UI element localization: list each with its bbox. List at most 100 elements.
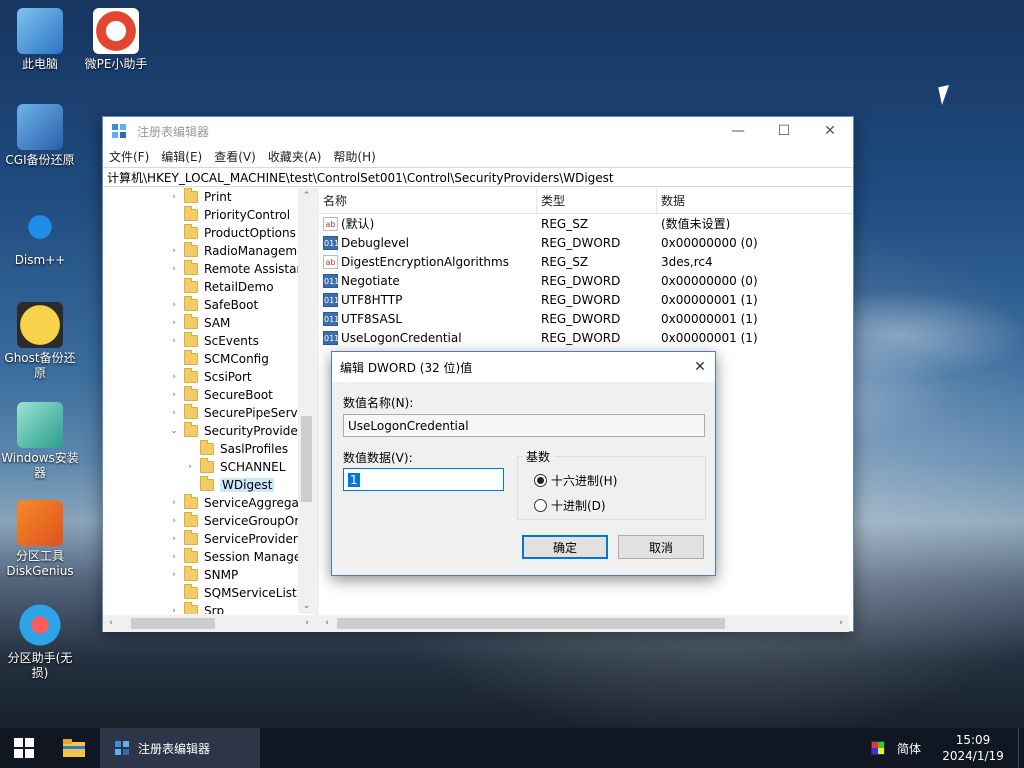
clock[interactable]: 15:09 2024/1/19 <box>928 728 1018 768</box>
expand-arrow-icon[interactable]: › <box>167 264 181 274</box>
value-row[interactable]: ab DigestEncryptionAlgorithms REG_SZ 3des,r… <box>319 252 853 271</box>
expand-arrow-icon[interactable]: › <box>167 246 181 256</box>
expand-arrow-icon[interactable]: › <box>167 606 181 614</box>
taskbar-regedit-button[interactable]: 注册表编辑器 <box>100 728 260 768</box>
expand-arrow-icon[interactable]: › <box>167 570 181 580</box>
tree-item[interactable]: ProductOptions <box>167 224 296 242</box>
desktop-icon[interactable]: 分区工具DiskGenius <box>0 500 80 579</box>
tree-item[interactable]: SaslProfiles <box>183 440 288 458</box>
tree-item[interactable]: › SecureBoot <box>167 386 273 404</box>
tree-item[interactable]: › ServiceAggregat <box>167 494 299 512</box>
value-data-input[interactable]: 1 <box>343 468 504 491</box>
tree-item[interactable]: › Remote Assistan <box>167 260 299 278</box>
value-row[interactable]: 011 UTF8SASL REG_DWORD 0x00000001 (1) <box>319 309 853 328</box>
expand-arrow-icon[interactable]: › <box>167 552 181 562</box>
expand-arrow-icon[interactable]: › <box>167 534 181 544</box>
desktop-icon[interactable]: CGI备份还原 <box>0 104 80 168</box>
tree-item-label: Srp <box>204 604 225 614</box>
show-desktop-button[interactable] <box>1018 728 1024 768</box>
close-button[interactable]: ✕ <box>807 117 853 145</box>
address-bar[interactable]: 计算机\HKEY_LOCAL_MACHINE\test\ControlSet00… <box>103 167 853 187</box>
dword-value-icon: 011 <box>323 235 339 250</box>
tree-item[interactable]: › SafeBoot <box>167 296 258 314</box>
scroll-left-arrow[interactable]: ‹ <box>103 615 119 632</box>
file-explorer-button[interactable] <box>48 728 100 768</box>
expand-arrow-icon[interactable]: › <box>167 192 181 202</box>
scroll-thumb[interactable] <box>301 416 312 502</box>
color-picker-tray-icon[interactable] <box>866 728 890 768</box>
ok-button[interactable]: 确定 <box>522 535 608 559</box>
expand-arrow-icon[interactable]: › <box>167 516 181 526</box>
start-button[interactable] <box>0 728 48 768</box>
hex-radio[interactable]: 十六进制(H) <box>534 472 617 489</box>
value-row[interactable]: 011 Debuglevel REG_DWORD 0x00000000 (0) <box>319 233 853 252</box>
tree-item[interactable]: SCMConfig <box>167 350 269 368</box>
menu-file[interactable]: 文件(F) <box>109 148 149 165</box>
tree-item[interactable]: › RadioManageme <box>167 242 299 260</box>
tree-item[interactable]: › Print <box>167 188 232 206</box>
dism-icon <box>17 204 63 250</box>
expand-arrow-icon[interactable]: › <box>183 462 197 472</box>
tree-item[interactable]: › ScsiPort <box>167 368 252 386</box>
tree-item[interactable]: WDigest <box>183 476 275 494</box>
tree-item[interactable]: ⌄ SecurityProviders <box>167 422 299 440</box>
column-type[interactable]: 类型 <box>537 187 657 214</box>
menu-help[interactable]: 帮助(H) <box>333 148 375 165</box>
desktop-icon[interactable]: 微PE小助手 <box>76 8 156 72</box>
scroll-up-arrow[interactable]: ⌃ <box>298 188 315 204</box>
expand-arrow-icon[interactable]: › <box>167 300 181 310</box>
tree-item[interactable]: › Session Manage <box>167 548 299 566</box>
tree-item[interactable]: › SCHANNEL <box>183 458 285 476</box>
tree-item[interactable]: › ServiceGroupOrc <box>167 512 299 530</box>
desktop-icon[interactable]: 此电脑 <box>0 8 80 72</box>
values-horizontal-scrollbar[interactable]: ‹ › <box>319 615 849 632</box>
cancel-button[interactable]: 取消 <box>618 535 704 559</box>
expand-arrow-icon[interactable]: › <box>167 408 181 418</box>
dec-radio[interactable]: 十进制(D) <box>534 497 606 514</box>
scroll-down-arrow[interactable]: ⌄ <box>298 598 315 614</box>
expand-arrow-icon[interactable]: › <box>167 318 181 328</box>
value-row[interactable]: 011 Negotiate REG_DWORD 0x00000000 (0) <box>319 271 853 290</box>
tree-item[interactable]: RetailDemo <box>167 278 274 296</box>
column-name[interactable]: 名称 <box>319 187 537 214</box>
menu-favorites[interactable]: 收藏夹(A) <box>268 148 322 165</box>
expand-arrow-icon[interactable]: › <box>167 372 181 382</box>
tree-vertical-scrollbar[interactable]: ⌃ ⌄ <box>298 188 315 614</box>
clock-date: 2024/1/19 <box>942 749 1004 763</box>
expand-arrow-icon[interactable]: › <box>167 498 181 508</box>
expand-arrow-icon[interactable]: ⌄ <box>167 426 181 436</box>
tree-item[interactable]: › ServiceProvider <box>167 530 298 548</box>
scroll-thumb[interactable] <box>337 618 725 629</box>
minimize-button[interactable]: — <box>715 117 761 145</box>
tree-item[interactable]: › Srp <box>167 602 224 614</box>
desktop-icon[interactable]: Ghost备份还原 <box>0 302 80 381</box>
menu-edit[interactable]: 编辑(E) <box>161 148 202 165</box>
value-row[interactable]: 011 UseLogonCredential REG_DWORD 0x00000001… <box>319 328 853 347</box>
expand-arrow-icon[interactable]: › <box>167 336 181 346</box>
value-row[interactable]: 011 UTF8HTTP REG_DWORD 0x00000001 (1) <box>319 290 853 309</box>
maximize-button[interactable]: ☐ <box>761 117 807 145</box>
value-row[interactable]: ab (默认) REG_SZ (数值未设置) <box>319 214 853 233</box>
scroll-right-arrow[interactable]: › <box>833 615 849 632</box>
tree-item[interactable]: PriorityControl <box>167 206 290 224</box>
menu-view[interactable]: 查看(V) <box>214 148 256 165</box>
tree-item[interactable]: › ScEvents <box>167 332 259 350</box>
desktop-icon[interactable]: Dism++ <box>0 204 80 268</box>
tree-horizontal-scrollbar[interactable]: ‹ › <box>103 615 315 632</box>
desktop-icon[interactable]: 分区助手(无损) <box>0 602 80 681</box>
scroll-right-arrow[interactable]: › <box>299 615 315 632</box>
column-data[interactable]: 数据 <box>657 188 853 214</box>
scroll-left-arrow[interactable]: ‹ <box>319 615 335 632</box>
tree-item[interactable]: › SNMP <box>167 566 238 584</box>
title-bar[interactable]: 注册表编辑器 — ☐ ✕ <box>103 117 853 145</box>
dialog-title-bar[interactable]: 编辑 DWORD (32 位)值 ✕ <box>332 352 715 382</box>
tree-item[interactable]: SQMServiceList <box>167 584 297 602</box>
dialog-close-icon[interactable]: ✕ <box>685 359 715 375</box>
ime-indicator[interactable]: 简体 <box>890 728 928 768</box>
value-type: REG_DWORD <box>541 235 621 250</box>
tree-item[interactable]: › SecurePipeServe <box>167 404 299 422</box>
tree-item[interactable]: › SAM <box>167 314 230 332</box>
expand-arrow-icon[interactable]: › <box>167 390 181 400</box>
scroll-thumb[interactable] <box>131 618 215 629</box>
desktop-icon[interactable]: Windows安装器 <box>0 402 80 481</box>
